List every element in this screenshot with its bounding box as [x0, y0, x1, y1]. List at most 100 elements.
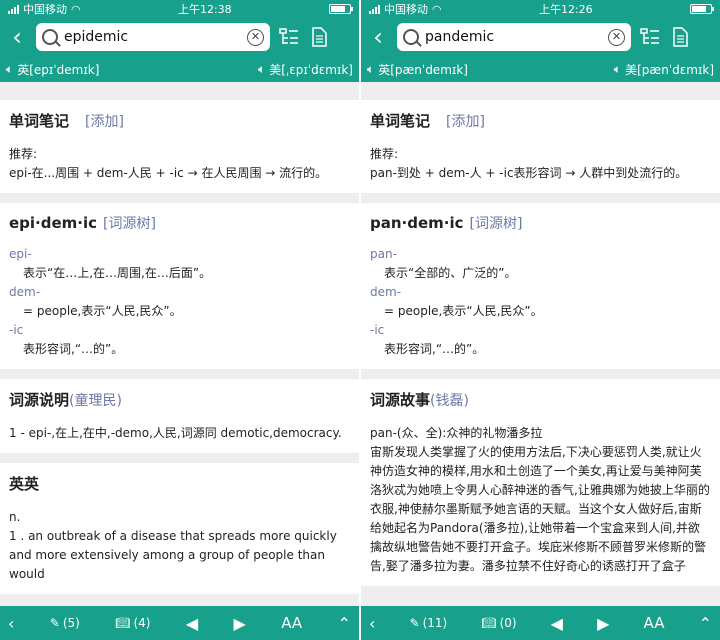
uk-pron-text: 英[pænˈdemɪk] — [378, 62, 468, 77]
uk-pronunciation[interactable]: 🔈︎ 英[pænˈdemɪk] — [367, 61, 468, 78]
document-icon[interactable] — [308, 25, 330, 49]
part-of-speech: n. — [9, 510, 21, 524]
wifi-icon: ◠ — [71, 2, 81, 16]
back-arrow-icon[interactable]: ‹ — [367, 22, 389, 52]
morpheme-desc: = people,表示“人民,民众”。 — [23, 304, 182, 318]
bottom-toolbar: ‹ ✎ (5) 📖︎ (4) ◀ ▶ AA ⌃ — [0, 606, 359, 640]
us-pronunciation[interactable]: 🔈︎ 美[pænˈdɛmɪk] — [614, 61, 714, 78]
recommend-label: 推荐: — [9, 147, 38, 161]
back-chevron-icon[interactable]: ‹ — [369, 614, 375, 633]
tree-list-icon[interactable] — [639, 25, 661, 49]
status-bar: 中国移动 ◠ 上午12:26 — [361, 0, 720, 18]
word-syllables: pan·dem·ic — [370, 214, 464, 232]
wifi-icon: ◠ — [432, 2, 442, 16]
tree-list-icon[interactable] — [278, 25, 300, 49]
etymology-story-card: 词源故事 (钱磊) pan-(众、全):众神的礼物潘多拉 宙斯发现人类掌握了火的使… — [361, 379, 720, 586]
morpheme-desc: = people,表示“人民,民众”。 — [384, 304, 543, 318]
battery-icon — [690, 4, 714, 14]
author-link[interactable]: (钱磊) — [430, 390, 469, 410]
content-area[interactable]: 单词笔记 [添加] 推荐: pan-到处 + dem-人 + -ic表形容词 → … — [361, 82, 720, 606]
signal-icon — [369, 4, 380, 14]
header: 中国移动 ◠ 上午12:38 ‹ ✕ 🔈︎英[epɪˈdemɪk] 🔈︎美[ˌɛ… — [0, 0, 359, 82]
morpheme-prefix[interactable]: dem- — [9, 283, 350, 302]
pronunciation-row: 🔈︎ 英[epɪˈdemɪk] 🔈︎ 美[ˌɛpɪˈdɛmɪk] — [0, 56, 359, 82]
content-area[interactable]: 单词笔记 [添加] 推荐: epi-在...周围 + dem-人民 + -ic →… — [0, 82, 359, 606]
etymology-explanation-card: 词源说明 (童理民) 1 - epi-,在上,在中,-demo,人民,词源同 de… — [0, 379, 359, 453]
next-triangle-icon[interactable]: ▶ — [234, 614, 246, 633]
status-bar: 中国移动 ◠ 上午12:38 — [0, 0, 359, 18]
card-title: 单词笔记 — [370, 112, 431, 130]
card-title: 单词笔记 — [9, 112, 70, 130]
morpheme-prefix[interactable]: dem- — [370, 283, 711, 302]
search-icon — [403, 29, 419, 45]
clear-icon[interactable]: ✕ — [247, 28, 264, 46]
author-link[interactable]: (童理民) — [69, 390, 122, 410]
card-title: 词源故事 — [370, 391, 431, 409]
card-title: 词源说明 — [9, 391, 70, 409]
notes-count: (5) — [62, 616, 80, 630]
clock: 上午12:38 — [177, 3, 232, 16]
right-pane: 中国移动 ◠ 上午12:26 ‹ ✕ 🔈︎英[pænˈdemɪk] 🔈︎美[pæ… — [361, 0, 720, 640]
book-icon: 📖︎ — [481, 616, 497, 630]
morpheme-prefix[interactable]: pan- — [370, 245, 711, 264]
search-input[interactable] — [425, 29, 602, 45]
back-chevron-icon[interactable]: ‹ — [8, 614, 14, 633]
notes-count: (11) — [422, 616, 448, 630]
story-subtitle: pan-(众、全):众神的礼物潘多拉 — [370, 426, 543, 440]
prev-triangle-icon[interactable]: ◀ — [551, 614, 563, 633]
search-input[interactable] — [64, 29, 241, 45]
explanation-text: 1 - epi-,在上,在中,-demo,人民,词源同 demotic,demo… — [9, 426, 342, 440]
document-icon[interactable] — [669, 25, 691, 49]
etymology-tree-link[interactable]: [词源树] — [103, 213, 156, 233]
morpheme-desc: 表形容词,“…的”。 — [384, 342, 485, 356]
edit-note-icon: ✎ — [409, 616, 420, 630]
book-icon: 📖︎ — [115, 616, 131, 630]
left-pane: 中国移动 ◠ 上午12:38 ‹ ✕ 🔈︎英[epɪˈdemɪk] 🔈︎美[ˌɛ… — [0, 0, 359, 640]
word-notes-card: 单词笔记 [添加] 推荐: epi-在...周围 + dem-人民 + -ic →… — [0, 100, 359, 193]
battery-icon — [329, 4, 353, 14]
us-pron-text: 美[ˌɛpɪˈdɛmɪk] — [269, 62, 353, 77]
search-box[interactable]: ✕ — [36, 23, 270, 51]
us-pronunciation[interactable]: 🔈︎ 美[ˌɛpɪˈdɛmɪk] — [258, 61, 353, 78]
clear-icon[interactable]: ✕ — [608, 28, 625, 46]
uk-pron-text: 英[epɪˈdemɪk] — [17, 62, 100, 77]
font-size-button[interactable]: AA — [281, 614, 302, 632]
morpheme-prefix[interactable]: -ic — [370, 321, 711, 340]
back-arrow-icon[interactable]: ‹ — [6, 22, 28, 52]
card-title: 英英 — [9, 475, 40, 493]
search-box[interactable]: ✕ — [397, 23, 631, 51]
edit-note-icon: ✎ — [49, 616, 60, 630]
speaker-icon: 🔈︎ — [367, 61, 375, 76]
carrier-label: 中国移动 — [23, 3, 67, 16]
etymology-tree-link[interactable]: [词源树] — [470, 213, 523, 233]
speaker-icon: 🔈︎ — [258, 61, 266, 76]
definition-text: 1 . an outbreak of a disease that spread… — [9, 529, 337, 581]
wordbook-button[interactable]: 📖︎ (0) — [481, 616, 516, 630]
notes-button[interactable]: ✎ (5) — [50, 616, 80, 630]
font-size-button[interactable]: AA — [644, 614, 665, 632]
search-row: ‹ ✕ — [0, 18, 359, 56]
speaker-icon: 🔈︎ — [613, 61, 622, 76]
notes-button[interactable]: ✎ (11) — [410, 616, 448, 630]
scroll-top-icon[interactable]: ⌃ — [338, 614, 351, 633]
scroll-top-icon[interactable]: ⌃ — [699, 614, 712, 633]
morpheme-prefix[interactable]: epi- — [9, 245, 350, 264]
etymology-tree-card: pan·dem·ic [词源树] pan- 表示“全部的、广泛的”。 dem- =… — [361, 203, 720, 369]
search-icon — [42, 29, 58, 45]
wordbook-button[interactable]: 📖︎ (4) — [115, 616, 150, 630]
prev-triangle-icon[interactable]: ◀ — [186, 614, 198, 633]
us-pron-text: 美[pænˈdɛmɪk] — [625, 62, 714, 77]
clock: 上午12:26 — [538, 3, 593, 16]
morpheme-desc: 表形容词,“…的”。 — [23, 342, 124, 356]
next-triangle-icon[interactable]: ▶ — [597, 614, 609, 633]
english-english-card: 英英 n. 1 . an outbreak of a disease that … — [0, 463, 359, 594]
etymology-tree-card: epi·dem·ic [词源树] epi- 表示“在…上,在…周围,在…后面”。 … — [0, 203, 359, 369]
signal-icon — [8, 4, 19, 14]
morpheme-prefix[interactable]: -ic — [9, 321, 350, 340]
add-note-link[interactable]: [添加] — [446, 111, 485, 131]
uk-pronunciation[interactable]: 🔈︎ 英[epɪˈdemɪk] — [6, 61, 99, 78]
add-note-link[interactable]: [添加] — [85, 111, 124, 131]
recommend-text: epi-在...周围 + dem-人民 + -ic → 在人民周围 → 流行的。 — [9, 166, 328, 180]
bottom-toolbar: ‹ ✎ (11) 📖︎ (0) ◀ ▶ AA ⌃ — [361, 606, 720, 640]
word-syllables: epi·dem·ic — [9, 214, 98, 232]
